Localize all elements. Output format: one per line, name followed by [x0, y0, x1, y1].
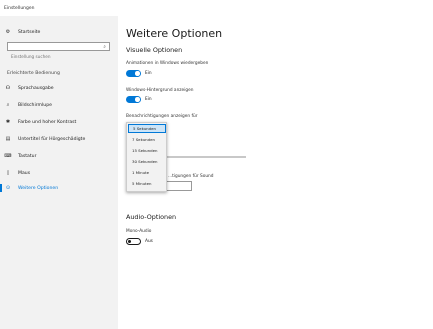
sidebar-item-home[interactable]: ⚙ Startseite	[4, 27, 41, 37]
animations-toggle[interactable]	[126, 70, 141, 77]
sidebar-item-tastatur[interactable]: ⌨ Tastatur	[4, 151, 36, 161]
search-box[interactable]: ⌕	[7, 42, 110, 60]
background-toggle[interactable]	[126, 96, 141, 103]
sidebar-item-maus[interactable]: ▯ Maus	[4, 168, 30, 178]
sidebar-item-label: Sprachausgabe	[18, 85, 54, 91]
search-icon: ⌕	[103, 45, 106, 50]
contrast-icon: ✱	[5, 119, 11, 125]
sidebar-item-label: Untertitel für Hörgeschädigte	[18, 136, 86, 142]
toggle-knob	[135, 71, 140, 76]
partial-label: ...tigungen für Sound	[168, 174, 214, 179]
search-input[interactable]	[8, 53, 99, 60]
mono-audio-label: Mono-Audio	[126, 229, 152, 234]
sidebar-item-untertitel[interactable]: ▤ Untertitel für Hörgeschädigte	[4, 134, 86, 144]
sidebar-item-sprachausgabe[interactable]: ☊ Sprachausgabe	[4, 83, 54, 93]
notification-duration-dropdown[interactable]: 5 Sekunden 7 Sekunden 15 Sekunden 30 Sek…	[126, 122, 167, 192]
sidebar-item-label: Bildschirmlupe	[18, 102, 52, 108]
notifications-label: Benachrichtigungen anzeigen für	[126, 114, 198, 119]
sidebar-item-label: Farbe und hoher Kontrast	[18, 119, 77, 125]
visual-options-heading: Visuelle Optionen	[126, 46, 183, 54]
mono-audio-toggle[interactable]	[126, 238, 141, 245]
background-state: Ein	[145, 97, 152, 102]
background-label: Windows-Hintergrund anzeigen	[126, 88, 194, 93]
settings-window: Einstellungen ⚙ Startseite ⌕ Erleichtert…	[0, 0, 433, 329]
background-toggle-row: Ein	[126, 96, 152, 103]
sidebar-item-label: Maus	[18, 170, 31, 176]
page-title: Weitere Optionen	[126, 27, 223, 40]
sound-select[interactable]	[166, 181, 192, 191]
sidebar-home-label: Startseite	[18, 29, 41, 35]
sidebar-item-label: Tastatur	[18, 153, 37, 159]
animations-toggle-row: Ein	[126, 70, 152, 77]
sidebar-item-weitere-optionen[interactable]: ⊙ Weitere Optionen	[4, 183, 58, 193]
audio-options-heading: Audio-Optionen	[126, 213, 177, 221]
sidebar-item-label: Weitere Optionen	[18, 185, 59, 191]
active-indicator	[0, 184, 2, 192]
keyboard-icon: ⌨	[4, 153, 12, 159]
animations-state: Ein	[145, 71, 152, 76]
mono-audio-state: Aus	[145, 239, 153, 244]
magnifier-icon: ⌕	[6, 102, 10, 108]
sidebar-item-farbe-kontrast[interactable]: ✱ Farbe und hoher Kontrast	[4, 117, 76, 127]
window-title: Einstellungen	[4, 6, 35, 11]
mono-toggle-row: Aus	[126, 238, 153, 245]
speech-icon: ☊	[5, 85, 11, 91]
dropdown-option-1-minute[interactable]: 1 Minute	[128, 168, 166, 177]
title-bar: Einstellungen	[0, 0, 433, 16]
captions-icon: ▤	[5, 136, 11, 142]
toggle-knob	[128, 240, 132, 244]
dropdown-option-7-seconds[interactable]: 7 Sekunden	[128, 135, 166, 144]
dropdown-option-5-minutes[interactable]: 5 Minuten	[128, 179, 166, 188]
mouse-icon: ▯	[6, 170, 10, 176]
sidebar-item-bildschirmlupe[interactable]: ⌕ Bildschirmlupe	[4, 100, 52, 110]
gear-icon: ⚙	[5, 29, 11, 35]
dropdown-option-30-seconds[interactable]: 30 Sekunden	[128, 157, 166, 166]
more-options-icon: ⊙	[5, 185, 11, 191]
dropdown-option-15-seconds[interactable]: 15 Sekunden	[128, 146, 166, 155]
sidebar-section-header: Erleichterte Bedienung	[7, 71, 60, 76]
animations-label: Animationen in Windows wiedergeben	[126, 61, 209, 66]
dropdown-option-5-seconds[interactable]: 5 Sekunden	[128, 124, 166, 133]
sidebar: ⚙ Startseite ⌕ Erleichterte Bedienung ☊ …	[0, 16, 118, 329]
toggle-knob	[135, 97, 140, 102]
